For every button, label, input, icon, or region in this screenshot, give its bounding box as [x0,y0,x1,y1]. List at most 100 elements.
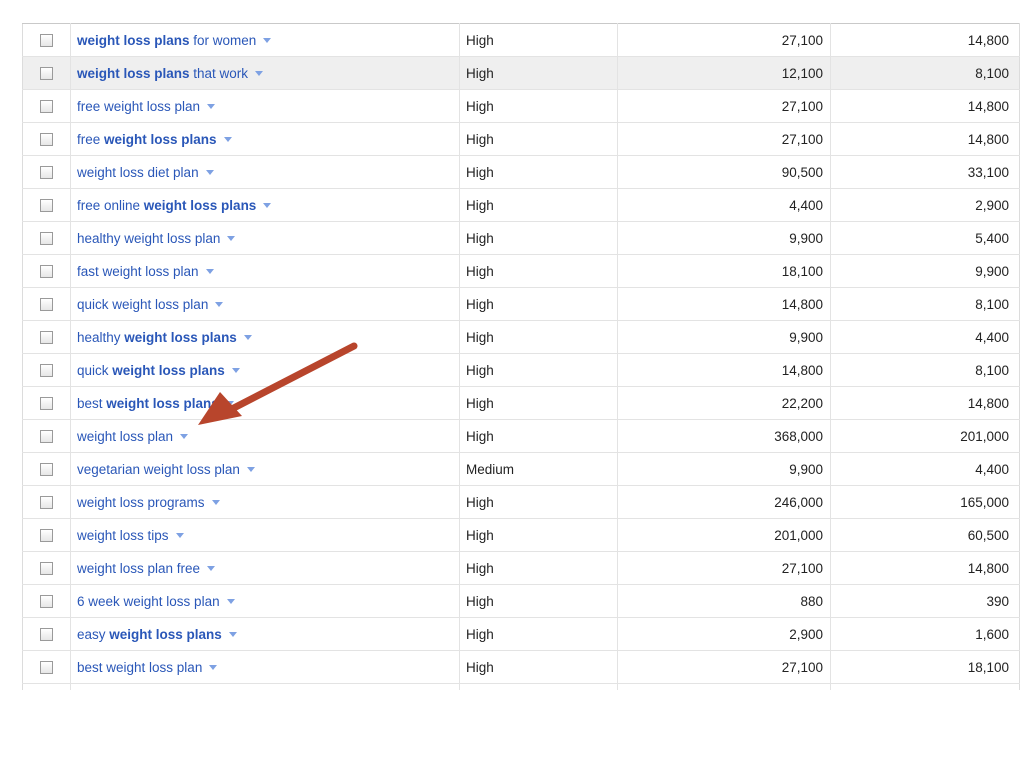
keyword-bold-text: weight loss plans [112,362,225,378]
global-searches-cell: 246,000 [617,485,831,519]
keyword-dropdown-icon[interactable] [215,302,224,308]
row-checkbox[interactable] [40,397,53,411]
keyword-link[interactable]: free weight loss plan [77,99,200,114]
table-row: healthy weight loss plans High 9,900 4,400 [22,320,1020,354]
row-checkbox[interactable] [40,364,53,378]
keyword-link[interactable]: vegetarian weight loss plan [77,462,240,477]
keyword-link[interactable]: quick weight loss plans [77,363,225,378]
keyword-link[interactable]: easy weight loss plans [77,627,222,642]
keyword-pre-text: free [77,131,105,147]
keyword-link[interactable]: weight loss plan free [77,561,200,576]
global-searches-cell: 27,100 [617,122,831,156]
local-searches-cell: 2,900 [830,188,1020,222]
table-row: weight loss plans for women High 27,100 14,… [22,23,1020,57]
keyword-dropdown-icon[interactable] [180,434,189,440]
empty-cell [70,683,460,690]
keyword-pre-text: easy [77,626,110,642]
competition-cell: High [459,419,618,453]
keyword-link[interactable]: best weight loss plan [77,660,202,675]
row-checkbox[interactable] [40,331,53,345]
keyword-link[interactable]: best weight loss plans [77,396,219,411]
row-checkbox[interactable] [40,628,53,642]
keyword-dropdown-icon[interactable] [243,335,252,341]
row-checkbox[interactable] [40,661,53,675]
keyword-cell: weight loss plan free [70,551,460,585]
keyword-bold-text: weight loss plans [77,65,190,81]
competition-cell: High [459,23,618,57]
keyword-pre-text: quick weight loss plan [77,296,209,312]
row-checkbox[interactable] [40,595,53,609]
keyword-dropdown-icon[interactable] [246,467,255,473]
keyword-link[interactable]: weight loss tips [77,528,169,543]
local-searches-cell: 8,100 [830,287,1020,321]
keyword-dropdown-icon[interactable] [209,665,218,671]
row-select-cell [22,287,71,321]
global-searches-cell: 201,000 [617,518,831,552]
keyword-pre-text: healthy weight loss plan [77,230,221,246]
local-searches-cell: 14,800 [830,386,1020,420]
keyword-link[interactable]: healthy weight loss plans [77,330,237,345]
keyword-pre-text: best [77,395,107,411]
local-searches-cell: 18,100 [830,650,1020,684]
row-checkbox[interactable] [40,34,53,48]
row-checkbox[interactable] [40,463,53,477]
competition-cell: High [459,320,618,354]
row-checkbox[interactable] [40,100,53,114]
keyword-link[interactable]: weight loss plans for women [77,33,256,48]
row-checkbox[interactable] [40,496,53,510]
competition-cell: High [459,89,618,123]
keyword-dropdown-icon[interactable] [207,104,216,110]
keyword-link[interactable]: weight loss plan [77,429,173,444]
row-checkbox[interactable] [40,232,53,246]
keyword-dropdown-icon[interactable] [228,632,237,638]
keyword-dropdown-icon[interactable] [231,368,240,374]
row-checkbox[interactable] [40,430,53,444]
row-checkbox[interactable] [40,199,53,213]
keyword-dropdown-icon[interactable] [225,401,234,407]
row-checkbox[interactable] [40,529,53,543]
keyword-link[interactable]: healthy weight loss plan [77,231,220,246]
keyword-dropdown-icon[interactable] [207,566,216,572]
keyword-pre-text: quick [77,362,113,378]
row-checkbox[interactable] [40,265,53,279]
local-searches-cell: 14,800 [830,89,1020,123]
keyword-link[interactable]: free online weight loss plans [77,198,256,213]
keyword-dropdown-icon[interactable] [226,599,235,605]
keyword-cell: quick weight loss plan [70,287,460,321]
table-row: 6 week weight loss plan High 880 390 [22,584,1020,618]
keyword-dropdown-icon[interactable] [175,533,184,539]
keyword-link[interactable]: weight loss diet plan [77,165,199,180]
keyword-dropdown-icon[interactable] [205,269,214,275]
keyword-dropdown-icon[interactable] [205,170,214,176]
keyword-link[interactable]: quick weight loss plan [77,297,208,312]
row-checkbox[interactable] [40,166,53,180]
empty-cell [459,683,618,690]
row-select-cell [22,23,71,57]
row-checkbox[interactable] [40,298,53,312]
table-row: free online weight loss plans High 4,400 2,… [22,188,1020,222]
table-row: weight loss programs High 246,000 165,000 [22,485,1020,519]
keyword-dropdown-icon[interactable] [227,236,236,242]
keyword-dropdown-icon[interactable] [223,137,232,143]
competition-cell: Medium [459,452,618,486]
row-select-cell [22,551,71,585]
keyword-dropdown-icon[interactable] [263,38,272,44]
keyword-pre-text: free online [77,197,144,213]
local-searches-cell: 8,100 [830,353,1020,387]
row-checkbox[interactable] [40,67,53,81]
keyword-dropdown-icon[interactable] [263,203,272,209]
keyword-link[interactable]: fast weight loss plan [77,264,199,279]
keyword-link[interactable]: free weight loss plans [77,132,217,147]
keyword-cell: weight loss plans for women [70,23,460,57]
keyword-link[interactable]: 6 week weight loss plan [77,594,220,609]
keyword-dropdown-icon[interactable] [255,71,264,77]
table-row-partial [22,683,1020,690]
keyword-bold-text: weight loss plans [109,626,222,642]
keyword-link[interactable]: weight loss plans that work [77,66,248,81]
keyword-link[interactable]: weight loss programs [77,495,205,510]
keyword-dropdown-icon[interactable] [211,500,220,506]
row-select-cell [22,56,71,90]
table-row: free weight loss plans High 27,100 14,800 [22,122,1020,156]
row-checkbox[interactable] [40,133,53,147]
row-checkbox[interactable] [40,562,53,576]
